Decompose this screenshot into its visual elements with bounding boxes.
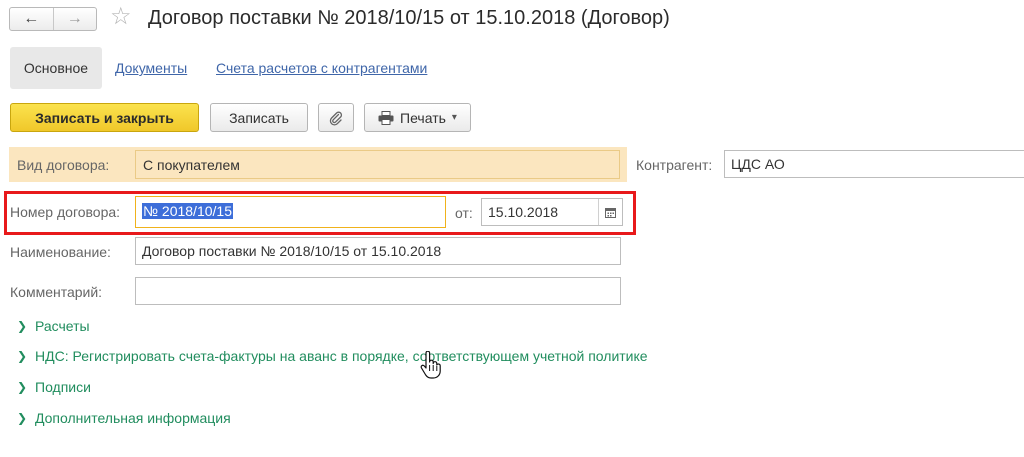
group-vat[interactable]: ❯ НДС: Регистрировать счета-фактуры на а… bbox=[17, 348, 648, 364]
counterparty-label: Контрагент: bbox=[636, 157, 713, 173]
group-settlements[interactable]: ❯ Расчеты bbox=[17, 318, 90, 334]
group-signatures[interactable]: ❯ Подписи bbox=[17, 379, 91, 395]
save-button[interactable]: Записать bbox=[210, 103, 308, 132]
chevron-right-icon: ❯ bbox=[17, 319, 28, 333]
paperclip-icon bbox=[329, 111, 343, 126]
name-label: Наименование: bbox=[10, 244, 111, 260]
print-label: Печать bbox=[400, 109, 446, 126]
forward-button[interactable]: → bbox=[52, 8, 97, 30]
group-additional-info-label: Дополнительная информация bbox=[35, 410, 231, 426]
calendar-button[interactable] bbox=[598, 199, 622, 225]
tab-main[interactable]: Основное bbox=[10, 47, 102, 89]
tab-documents[interactable]: Документы bbox=[115, 60, 187, 76]
contract-type-field[interactable]: С покупателем bbox=[135, 150, 620, 179]
contract-number-selected-text: № 2018/10/15 bbox=[142, 203, 233, 219]
group-signatures-label: Подписи bbox=[35, 379, 91, 395]
chevron-right-icon: ❯ bbox=[17, 411, 28, 425]
hand-cursor-icon bbox=[420, 351, 441, 379]
date-label: от: bbox=[455, 205, 473, 221]
back-button[interactable]: ← bbox=[10, 8, 53, 30]
contract-date-field[interactable]: 15.10.2018 bbox=[481, 198, 623, 226]
arrow-left-icon: ← bbox=[23, 10, 40, 27]
contract-number-field[interactable]: № 2018/10/15 bbox=[135, 196, 446, 228]
tab-settlement-accounts[interactable]: Счета расчетов с контрагентами bbox=[216, 60, 427, 76]
attach-button[interactable] bbox=[318, 103, 354, 132]
chevron-right-icon: ❯ bbox=[17, 380, 28, 394]
contract-type-label: Вид договора: bbox=[17, 157, 110, 173]
navigation-buttons: ← → bbox=[9, 7, 97, 31]
chevron-right-icon: ❯ bbox=[17, 349, 28, 363]
name-field[interactable]: Договор поставки № 2018/10/15 от 15.10.2… bbox=[135, 237, 621, 265]
comment-label: Комментарий: bbox=[10, 284, 103, 300]
contract-date-value: 15.10.2018 bbox=[488, 204, 559, 220]
dropdown-arrow-icon: ▾ bbox=[451, 112, 457, 123]
favorite-star-icon[interactable]: ☆ bbox=[110, 5, 132, 29]
print-button[interactable]: Печать ▾ bbox=[364, 103, 471, 132]
save-and-close-button[interactable]: Записать и закрыть bbox=[10, 103, 199, 132]
calendar-icon bbox=[605, 207, 616, 218]
group-settlements-label: Расчеты bbox=[35, 318, 90, 334]
printer-icon bbox=[378, 110, 394, 125]
contract-number-label: Номер договора: bbox=[10, 204, 121, 220]
arrow-right-icon: → bbox=[66, 10, 83, 27]
comment-field[interactable] bbox=[135, 277, 621, 305]
group-vat-label: НДС: Регистрировать счета-фактуры на ава… bbox=[35, 348, 648, 364]
group-additional-info[interactable]: ❯ Дополнительная информация bbox=[17, 410, 231, 426]
window-title: Договор поставки № 2018/10/15 от 15.10.2… bbox=[148, 7, 670, 29]
counterparty-field[interactable]: ЦДС АО bbox=[724, 150, 1024, 178]
